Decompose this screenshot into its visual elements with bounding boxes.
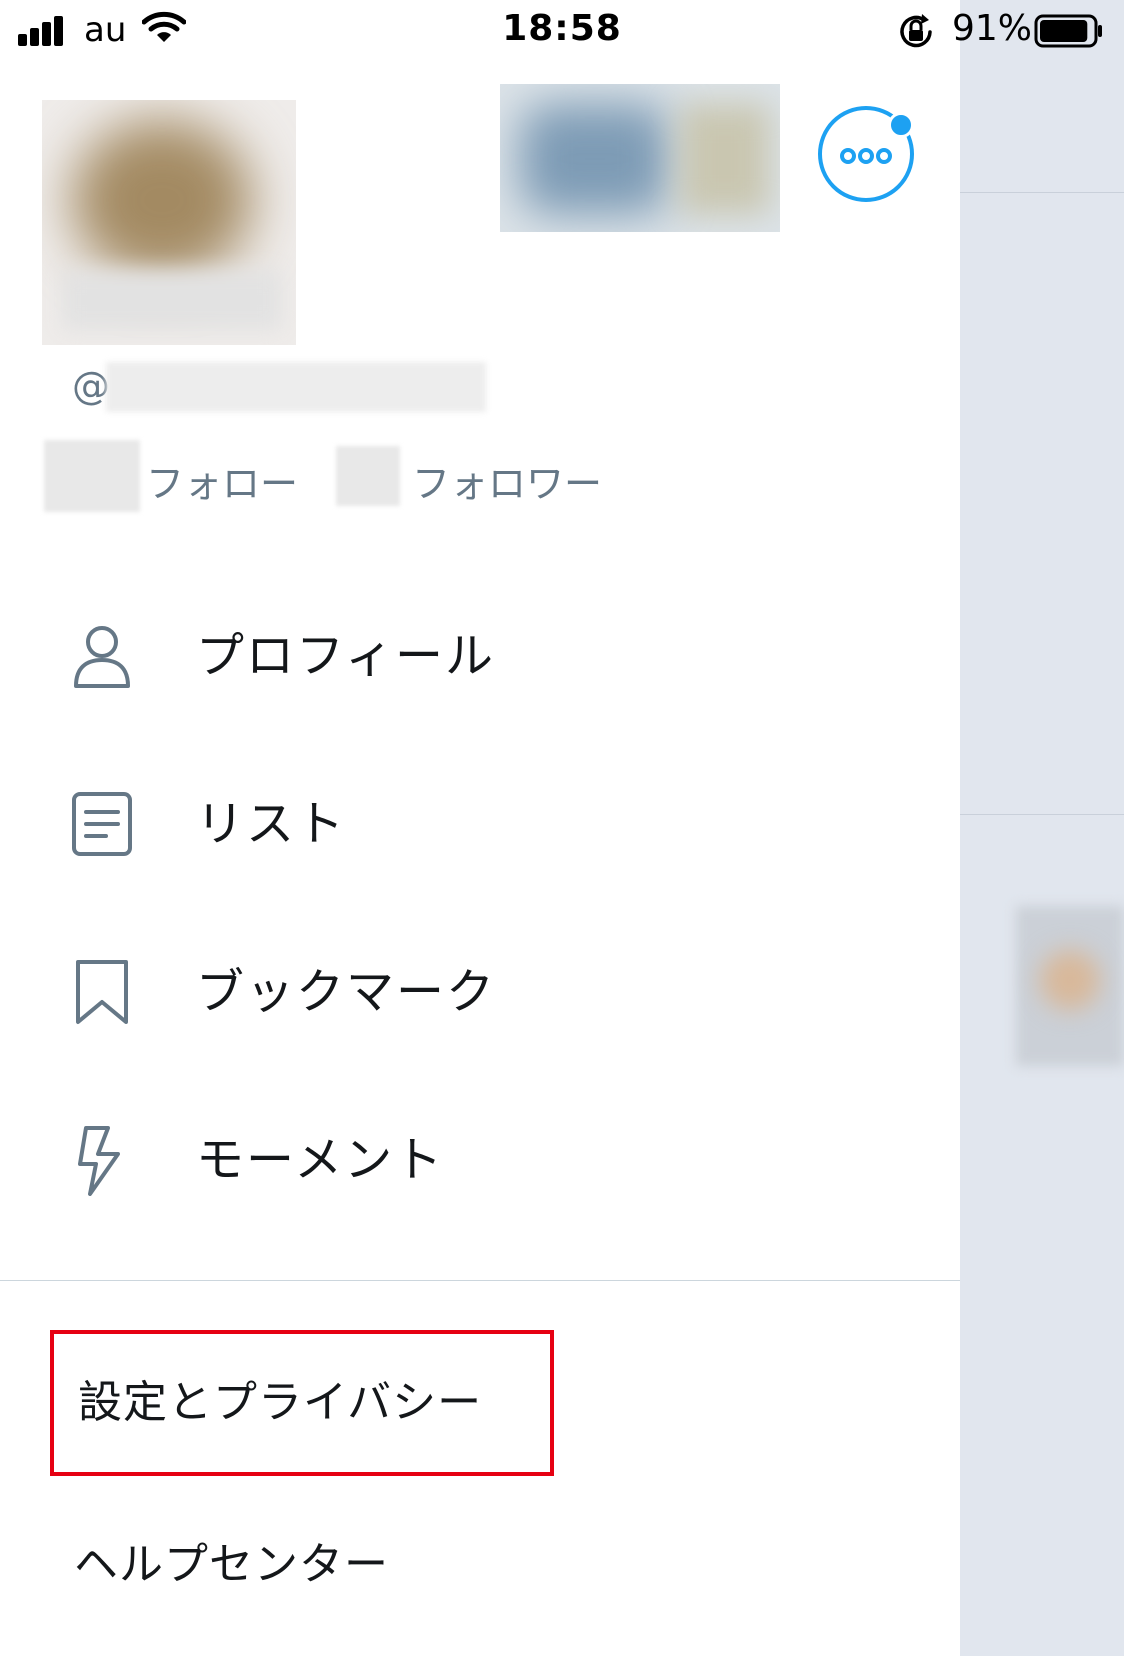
display-name-blur <box>62 270 282 330</box>
rotation-lock-icon <box>900 14 932 48</box>
other-account-avatar <box>680 104 770 214</box>
handle-blur <box>106 362 486 412</box>
settings-and-privacy-label: 設定とプライバシー <box>78 1377 483 1428</box>
timeline-divider <box>960 192 1124 193</box>
timeline-divider <box>960 814 1124 815</box>
lightning-icon <box>78 1126 120 1196</box>
menu-item-label: ブックマーク <box>196 964 497 1020</box>
avatar-image-blur <box>72 120 252 280</box>
settings-and-privacy-item[interactable]: 設定とプライバシー <box>50 1330 554 1476</box>
menu-divider <box>0 1280 960 1281</box>
avatar[interactable] <box>42 100 296 345</box>
help-center-label: ヘルプセンター <box>74 1539 389 1590</box>
background-timeline[interactable] <box>960 0 1124 1656</box>
followers-count-blur <box>336 446 400 506</box>
menu-item-moments[interactable]: モーメント <box>0 1090 960 1230</box>
menu-item-label: リスト <box>196 796 347 852</box>
status-bar: au 18:58 91% <box>0 0 1124 62</box>
menu-item-profile[interactable]: プロフィール <box>0 586 960 726</box>
other-account-avatar <box>520 104 670 214</box>
menu-item-label: プロフィール <box>196 628 496 684</box>
following-label[interactable]: フォロー <box>146 458 298 510</box>
help-center-item[interactable]: ヘルプセンター <box>50 1500 550 1630</box>
navigation-drawer: @ フォロー フォロワー プロフィール リスト ブックマーク モーメント 設定と… <box>0 0 960 1656</box>
menu-item-bookmarks[interactable]: ブックマーク <box>0 922 960 1062</box>
timeline-media-blur <box>1040 950 1100 1010</box>
handle-at-symbol: @ <box>72 364 110 408</box>
account-switcher-avatars[interactable] <box>500 84 780 232</box>
following-count-blur <box>44 440 140 512</box>
battery-icon <box>1034 14 1102 48</box>
menu-item-label: モーメント <box>196 1132 445 1188</box>
bookmark-icon <box>76 960 128 1024</box>
followers-label[interactable]: フォロワー <box>412 458 602 510</box>
notification-dot <box>888 112 914 138</box>
person-icon <box>74 626 130 688</box>
battery-percentage: 91% <box>952 8 1033 49</box>
list-icon <box>72 792 132 856</box>
menu-item-lists[interactable]: リスト <box>0 754 960 894</box>
